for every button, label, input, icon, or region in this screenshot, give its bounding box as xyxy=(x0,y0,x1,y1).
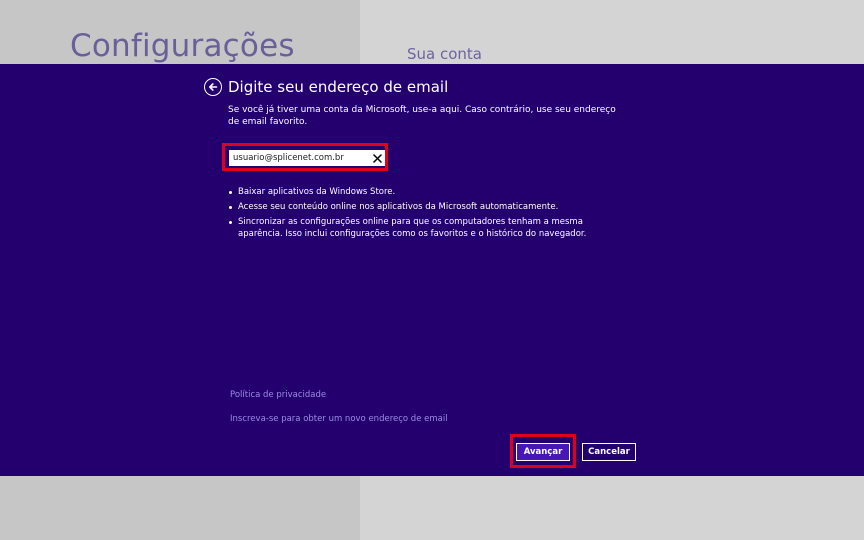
close-icon xyxy=(372,153,382,163)
list-item: Sincronizar as configurações online para… xyxy=(228,216,628,240)
cancel-button[interactable]: Cancelar xyxy=(582,443,636,461)
dialog-description: Se você já tiver uma conta da Microsoft,… xyxy=(228,105,616,127)
back-button[interactable] xyxy=(204,78,222,96)
email-dialog: Digite seu endereço de email Se você já … xyxy=(0,64,864,476)
email-input[interactable] xyxy=(229,151,363,165)
arrow-left-circle-icon xyxy=(209,83,218,91)
signup-link[interactable]: Inscreva-se para obter um novo endereço … xyxy=(230,414,448,424)
dialog-header: Digite seu endereço de email xyxy=(204,77,448,97)
screen: Configurações Sua conta Digite seu ender… xyxy=(0,0,864,540)
privacy-link[interactable]: Política de privacidade xyxy=(230,390,326,400)
next-button[interactable]: Avançar xyxy=(516,443,570,461)
dialog-title: Digite seu endereço de email xyxy=(228,78,449,96)
account-subtitle: Sua conta xyxy=(407,45,482,63)
list-item: Acesse seu conteúdo online nos aplicativ… xyxy=(228,201,628,213)
list-item: Baixar aplicativos da Windows Store. xyxy=(228,186,628,198)
clear-button[interactable] xyxy=(369,151,385,165)
settings-title: Configurações xyxy=(70,28,295,64)
email-field[interactable] xyxy=(229,150,385,166)
benefits-list: Baixar aplicativos da Windows Store. Ace… xyxy=(228,186,628,243)
